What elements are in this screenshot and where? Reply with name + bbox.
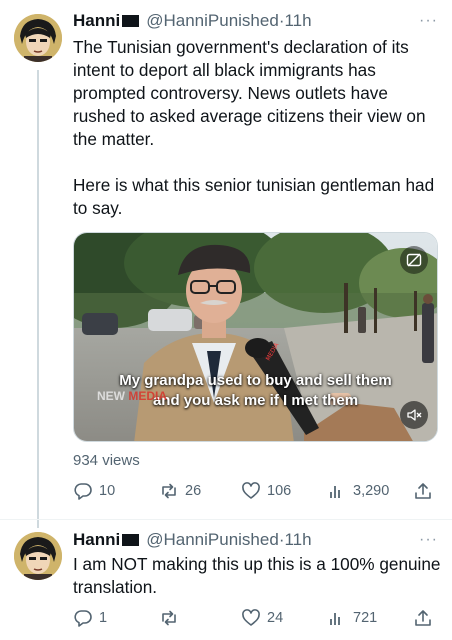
share-icon [415, 483, 431, 499]
retweet-button[interactable] [159, 608, 185, 628]
reply-count: 1 [99, 610, 108, 626]
tweet-action-bar: 10 26 106 3,290 [73, 481, 443, 503]
thread-connector-line [37, 70, 39, 528]
retweet-icon [162, 483, 176, 499]
tweet-action-bar: 1 24 721 [73, 608, 443, 630]
watermark-prefix: NEW [97, 389, 129, 403]
analytics-bars-icon [330, 613, 340, 625]
video-frame: MEDIA [74, 233, 437, 441]
avatar[interactable] [14, 14, 62, 62]
reply-count: 10 [99, 483, 116, 499]
like-button[interactable]: 24 [241, 608, 283, 628]
tweet-paragraph: The Tunisian government's declaration of… [73, 37, 426, 149]
handle[interactable]: @HanniPunished [146, 530, 279, 549]
share-button[interactable] [413, 608, 433, 628]
heart-icon [242, 609, 260, 626]
retweet-count: 26 [185, 483, 202, 499]
flag-icon [122, 534, 140, 546]
display-name[interactable]: Hanni [73, 530, 120, 549]
channel-watermark: NEW MEDIA [97, 389, 167, 403]
timestamp[interactable]: 11h [284, 530, 311, 549]
subtitle-line: My grandpa used to buy and sell them [119, 372, 392, 389]
heart-icon [242, 482, 260, 499]
analytics-button[interactable]: 3,290 [327, 481, 389, 501]
tweet-paragraph: Here is what this senior tunisian gentle… [73, 175, 435, 218]
watermark-red: MEDIA [128, 389, 168, 403]
retweet-button[interactable]: 26 [159, 481, 201, 501]
tweet-header: Hanni @HanniPunished·11h [73, 10, 312, 32]
reply-button[interactable]: 10 [73, 481, 115, 501]
flag-icon [122, 15, 140, 27]
gif-icon[interactable] [400, 246, 428, 274]
like-count: 24 [267, 610, 284, 626]
tweet-text: I am NOT making this up this is a 100% g… [73, 553, 443, 599]
avatar-anime-portrait-icon [14, 14, 62, 62]
view-count-text: 934 views [73, 452, 140, 469]
reply-button[interactable]: 1 [73, 608, 107, 628]
view-count: 721 [353, 610, 378, 626]
like-count: 106 [267, 483, 292, 499]
reply-icon [74, 610, 92, 627]
view-count: 3,290 [353, 483, 390, 499]
avatar[interactable] [14, 532, 62, 580]
analytics-bars-icon [330, 486, 340, 498]
analytics-button[interactable]: 721 [327, 608, 377, 628]
timestamp[interactable]: 11h [284, 11, 311, 30]
avatar-anime-portrait-icon [14, 532, 62, 580]
share-icon [415, 610, 431, 626]
reply-icon [74, 483, 92, 500]
display-name[interactable]: Hanni [73, 11, 120, 30]
muted-speaker-icon[interactable] [400, 401, 428, 429]
tweet-text: The Tunisian government's declaration of… [73, 36, 443, 220]
more-options-icon[interactable]: ··· [419, 12, 438, 30]
more-options-icon[interactable]: ··· [419, 531, 438, 549]
retweet-icon [162, 610, 176, 626]
tweet-paragraph: I am NOT making this up this is a 100% g… [73, 554, 441, 597]
like-button[interactable]: 106 [241, 481, 291, 501]
tweet-header: Hanni @HanniPunished·11h [73, 529, 312, 551]
share-button[interactable] [413, 481, 433, 501]
tweet-divider [0, 519, 452, 520]
video-player[interactable]: MEDIA My grandpa used to buy and sell th… [73, 232, 438, 442]
handle[interactable]: @HanniPunished [146, 11, 279, 30]
